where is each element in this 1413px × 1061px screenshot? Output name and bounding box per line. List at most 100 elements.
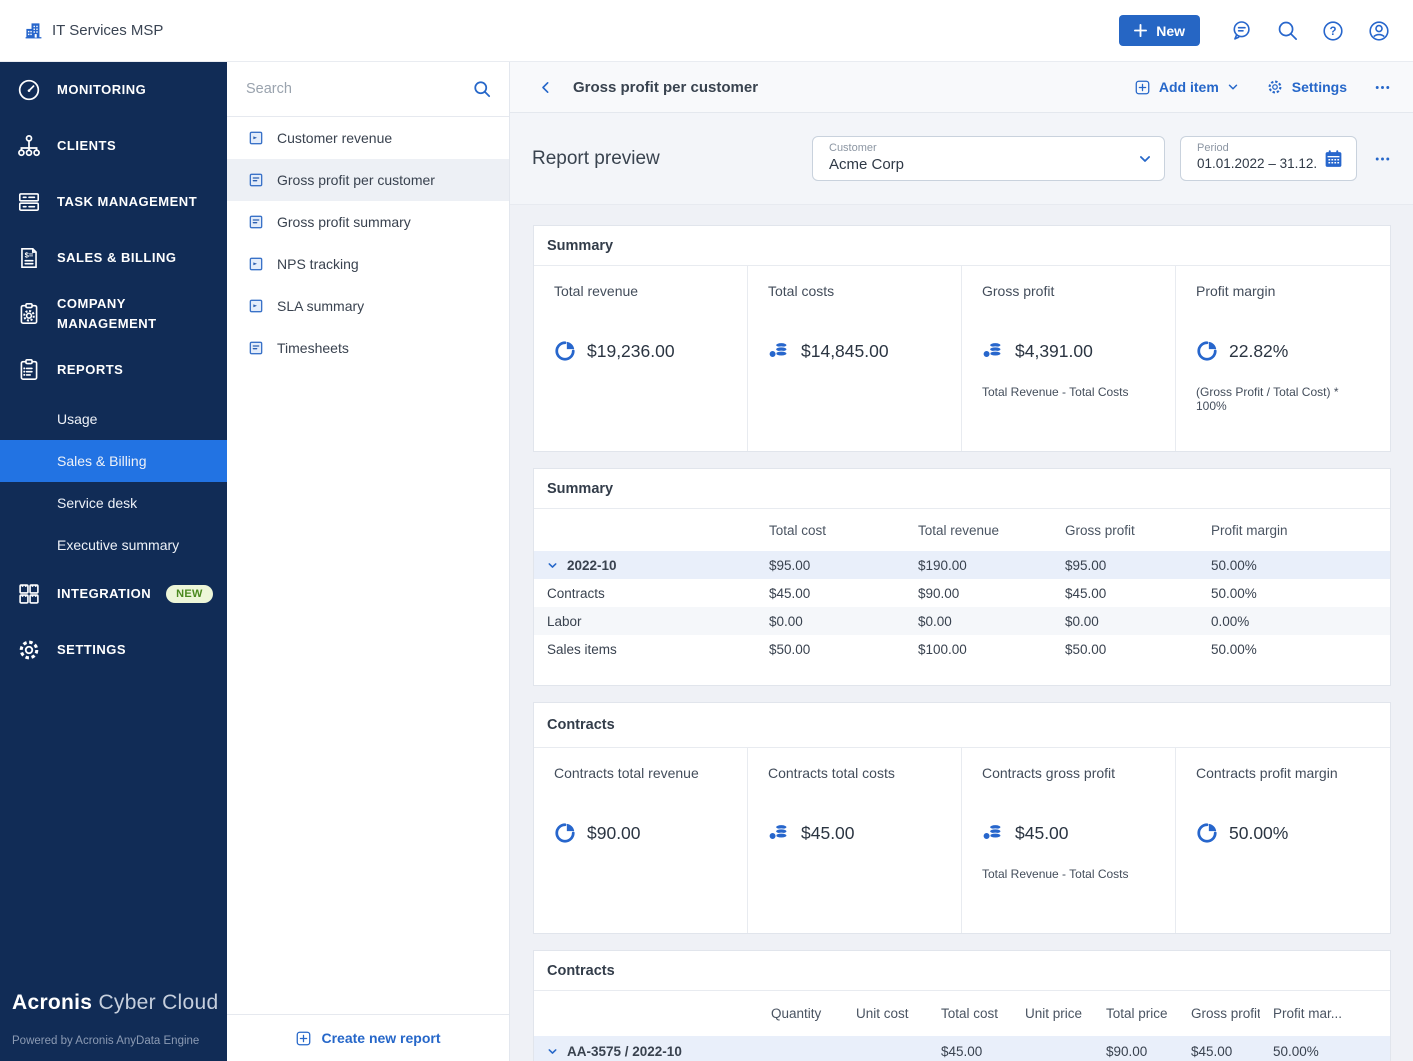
report-item-timesheets[interactable]: Timesheets [227, 327, 509, 369]
more-options-icon[interactable] [1374, 150, 1391, 167]
sidebar-item-integration[interactable]: INTEGRATION NEW [0, 566, 227, 622]
customer-select[interactable]: Customer Acme Corp [812, 136, 1165, 181]
top-bar: IT Services MSP New ? [0, 0, 1413, 62]
search-row [227, 62, 509, 117]
search-icon[interactable] [472, 79, 492, 99]
table-group-row[interactable]: AA-3575 / 2022-10 $45.00 $90.00 $45.00 5… [534, 1036, 1390, 1061]
customer-value: Acme Corp [829, 156, 905, 173]
column-header: Profit mar... [1273, 1006, 1343, 1021]
report-list-items: Customer revenue Gross profit per custom… [227, 117, 509, 369]
report-item-nps-tracking[interactable]: NPS tracking [227, 243, 509, 285]
metric-label: Gross profit [982, 283, 1055, 299]
brand-block: Acronis Cyber Cloud Powered by Acronis A… [12, 991, 218, 1047]
metric-note: Total Revenue - Total Costs [982, 385, 1129, 399]
row-label-text: Labor [534, 607, 756, 635]
help-icon[interactable]: ? [1321, 19, 1345, 43]
row-label-text: 2022-10 [567, 557, 617, 573]
period-field[interactable]: Period 01.01.2022 – 31.12... [1180, 136, 1357, 181]
metric-label: Contracts profit margin [1196, 765, 1338, 781]
cell: $45.00 [928, 1036, 1012, 1061]
contracts-table-section: Contracts Quantity Unit cost Total cost … [533, 950, 1391, 1061]
metric-value: $4,391.00 [1015, 340, 1093, 361]
cell: $90.00 [918, 585, 960, 601]
metric-contracts-gross-profit: Contracts gross profit $45.00 Total Reve… [962, 748, 1176, 933]
sidebar-item-company-management[interactable]: COMPANY MANAGEMENT [0, 286, 227, 342]
calendar-icon [1323, 148, 1344, 169]
metric-value: $19,236.00 [587, 340, 675, 361]
new-button[interactable]: New [1119, 15, 1200, 46]
metric-value: $14,845.00 [801, 340, 889, 361]
create-new-report-label: Create new report [321, 1030, 441, 1046]
metric-value: $45.00 [801, 822, 855, 843]
chat-icon[interactable] [1229, 19, 1253, 43]
more-options-icon[interactable] [1374, 79, 1391, 96]
table-row[interactable]: Labor $0.00 $0.00 $0.00 0.00% [534, 607, 1390, 635]
cell: $45.00 [1178, 1036, 1260, 1061]
sidebar-subitem-executive-summary[interactable]: Executive summary [0, 524, 227, 566]
metric-contracts-total-costs: Contracts total costs $45.00 [748, 748, 962, 933]
cell: $0.00 [1052, 607, 1198, 635]
report-item-label: Customer revenue [277, 130, 393, 146]
cell: $50.00 [1065, 641, 1107, 657]
report-item-gross-profit-per-customer[interactable]: Gross profit per customer [227, 159, 509, 201]
coins-icon [982, 824, 1002, 841]
report-item-label: Gross profit per customer [277, 172, 435, 188]
sidebar-subitem-usage[interactable]: Usage [0, 398, 227, 440]
main-sidebar: MONITORING CLIENTS TASK MANAGEMENT $= SA… [0, 62, 227, 1061]
clipboard-report-icon [15, 357, 42, 384]
sidebar-item-sales-billing[interactable]: $= SALES & BILLING [0, 230, 227, 286]
column-header: Total price [1106, 1006, 1168, 1021]
chevron-down-icon [1228, 84, 1238, 90]
section-title: Contracts [534, 951, 1390, 991]
sidebar-item-label: SETTINGS [57, 641, 127, 657]
pie-chart-icon [555, 341, 575, 361]
chevron-down-icon[interactable] [547, 1046, 558, 1057]
add-item-button[interactable]: Add item [1134, 79, 1239, 96]
new-badge: NEW [166, 585, 213, 603]
cell: $50.00 [769, 641, 811, 657]
metric-note: Total Revenue - Total Costs [982, 867, 1129, 881]
cell: 50.00% [1260, 1036, 1390, 1061]
period-label: Period [1197, 142, 1229, 154]
search-icon[interactable] [1275, 19, 1299, 43]
cell [1012, 1036, 1093, 1061]
metric-value: 50.00% [1229, 822, 1289, 843]
svg-text:$=: $= [24, 251, 33, 260]
table-row[interactable]: Contracts $45.00 $90.00 $45.00 50.00% [534, 579, 1390, 607]
tenant-selector[interactable]: IT Services MSP [24, 21, 163, 40]
report-item-gross-profit-summary[interactable]: Gross profit summary [227, 201, 509, 243]
tickets-icon [15, 189, 42, 216]
report-item-sla-summary[interactable]: SLA summary [227, 285, 509, 327]
pie-chart-icon [1197, 341, 1217, 361]
clipboard-gear-icon [15, 301, 42, 328]
report-item-customer-revenue[interactable]: Customer revenue [227, 117, 509, 159]
back-button[interactable] [538, 80, 553, 95]
metric-gross-profit: Gross profit $4,391.00 Total Revenue - T… [962, 266, 1176, 451]
column-header: Total revenue [918, 523, 1000, 538]
subitem-label: Usage [57, 411, 98, 427]
section-title: Summary [534, 469, 1390, 509]
chevron-down-icon[interactable] [547, 560, 558, 571]
table-group-row[interactable]: 2022-10 $95.00 $190.00 $95.00 50.00% [534, 551, 1390, 579]
table-row[interactable]: Sales items $50.00 $100.00 $50.00 50.00% [534, 635, 1390, 663]
sidebar-item-reports[interactable]: REPORTS [0, 342, 227, 398]
sidebar-item-clients[interactable]: CLIENTS [0, 118, 227, 174]
app-window: IT Services MSP New ? MONITORING CLIENTS… [0, 0, 1413, 1061]
cell: $45.00 [1065, 585, 1107, 601]
metric-label: Contracts gross profit [982, 765, 1116, 781]
report-doc-icon [249, 215, 263, 229]
report-item-label: SLA summary [277, 298, 365, 314]
cell: $45.00 [769, 585, 811, 601]
sidebar-item-monitoring[interactable]: MONITORING [0, 62, 227, 118]
sidebar-subitem-service-desk[interactable]: Service desk [0, 482, 227, 524]
search-input[interactable] [244, 80, 464, 98]
account-icon[interactable] [1367, 19, 1391, 43]
sidebar-subitem-sales-billing[interactable]: Sales & Billing [0, 440, 227, 482]
settings-button[interactable]: Settings [1266, 78, 1347, 96]
sidebar-item-label: MONITORING [57, 81, 147, 97]
sidebar-item-task-management[interactable]: TASK MANAGEMENT [0, 174, 227, 230]
create-new-report-button[interactable]: Create new report [227, 1014, 509, 1061]
sidebar-item-settings[interactable]: SETTINGS [0, 622, 227, 678]
column-header: Gross profit [1191, 1006, 1260, 1021]
tenant-name: IT Services MSP [52, 22, 164, 39]
